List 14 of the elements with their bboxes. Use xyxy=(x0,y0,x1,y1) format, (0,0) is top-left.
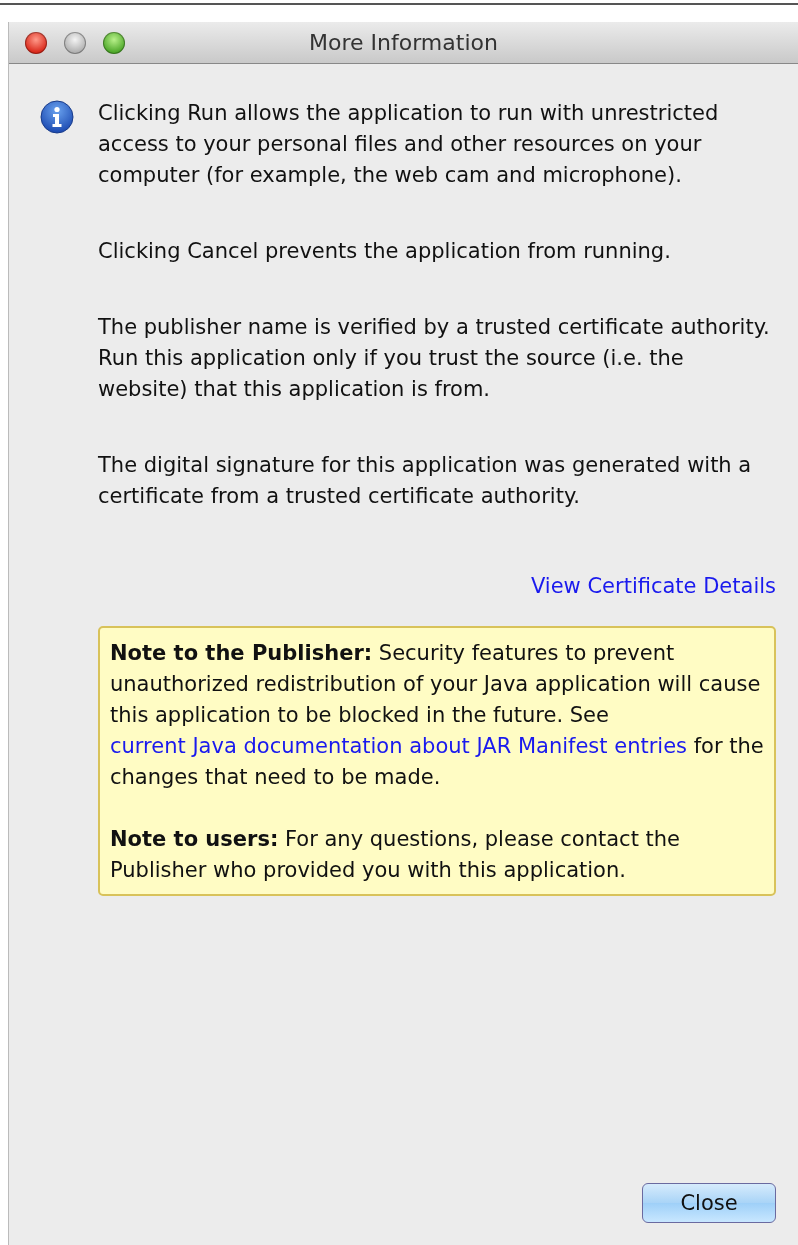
minimize-icon[interactable] xyxy=(64,31,86,54)
documentation-link[interactable]: current Java documentation about JAR Manifest entries xyxy=(110,734,687,758)
info-icon xyxy=(40,100,74,134)
window-title: More Information xyxy=(309,30,498,55)
info-paragraph: Clicking Cancel prevents the application from running. xyxy=(98,238,672,265)
note-paragraph: Note to the Publisher: Security features to prevent unauthorized redistribution of your Java application will cause this application to be blocked in the future. See current Java documentation about JAR Manifest entries for the changes that need to be made. xyxy=(110,640,764,791)
info-paragraph: The digital signature for this application was generated with a certificate from a trusted certificate authority. xyxy=(98,452,753,510)
info-paragraph: The publisher name is verified by a trusted certificate authority. Run this application only if you trust the source (i.e. the website) that this application is from. xyxy=(98,314,771,403)
view-certificate-link[interactable]: View Certificate Details xyxy=(530,571,776,602)
close-window-icon[interactable] xyxy=(25,31,47,54)
note-paragraph: Note to users: For any questions, please contact the Publisher who provided you with this application. xyxy=(110,826,681,884)
close-button[interactable]: Close xyxy=(642,1183,776,1223)
info-paragraph: Clicking Run allows the application to run with unrestricted access to your personal files and other resources on your computer (for example, the web cam and microphone). xyxy=(98,100,720,189)
zoom-icon[interactable] xyxy=(103,31,125,54)
